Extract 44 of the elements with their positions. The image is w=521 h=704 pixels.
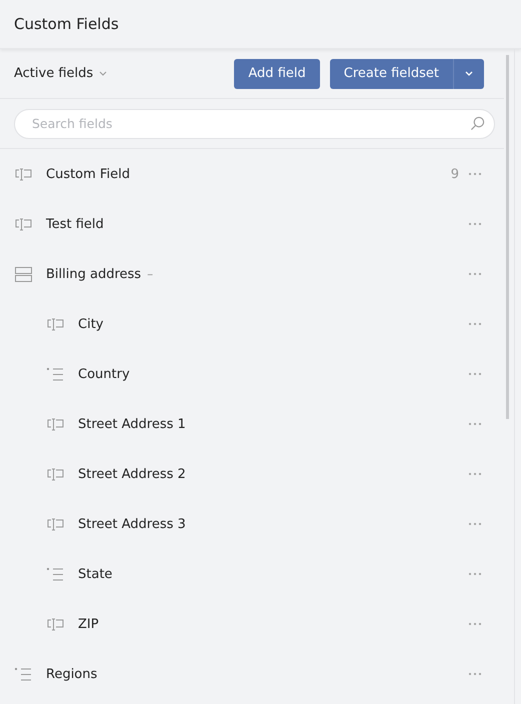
more-icon[interactable] [469, 172, 482, 176]
field-name[interactable]: Country [78, 366, 130, 382]
search-icon [470, 116, 485, 130]
text-field-icon [47, 318, 64, 330]
scrollbar-thumb[interactable] [506, 55, 509, 419]
search-field[interactable]: Search fields [14, 108, 495, 138]
usage-count: 9 [450, 166, 459, 182]
field-name[interactable]: City [78, 316, 104, 332]
more-icon[interactable] [469, 622, 482, 626]
fieldset-icon [15, 266, 32, 282]
text-field-icon [47, 618, 64, 630]
text-field-icon [47, 418, 64, 430]
text-field-icon [47, 468, 64, 480]
field-name[interactable]: Street Address 2 [78, 466, 186, 482]
field-name[interactable]: Custom Field [46, 166, 130, 182]
dropdown-button[interactable] [453, 58, 484, 88]
list-icon [47, 366, 64, 382]
more-icon[interactable] [469, 672, 482, 676]
more-icon[interactable] [469, 322, 482, 326]
create-fieldset-button[interactable]: Create fieldset [330, 58, 453, 88]
text-field-icon [47, 518, 64, 530]
more-icon[interactable] [469, 272, 482, 276]
field-name[interactable]: ZIP [78, 616, 99, 632]
add-field-button[interactable]: Add field [234, 58, 320, 88]
more-icon[interactable] [469, 222, 482, 226]
caret-icon [465, 71, 473, 76]
more-icon[interactable] [469, 472, 482, 476]
field-name[interactable]: Regions [46, 666, 98, 682]
more-icon[interactable] [469, 522, 482, 526]
filter-dropdown[interactable]: Active fields [14, 66, 108, 81]
more-icon[interactable] [469, 572, 482, 576]
field-name[interactable]: Test field [46, 216, 104, 232]
text-field-icon [15, 218, 32, 230]
list-icon [47, 566, 64, 582]
text-field-icon [15, 168, 32, 180]
more-icon[interactable] [469, 422, 482, 426]
more-icon[interactable] [469, 372, 482, 376]
field-name[interactable]: Street Address 1 [78, 416, 186, 432]
field-name[interactable]: Street Address 3 [78, 516, 186, 532]
field-name[interactable]: State [78, 566, 112, 582]
field-name[interactable]: Billing address [46, 266, 142, 282]
caret-icon [99, 71, 108, 76]
page-title: Custom Fields [14, 15, 119, 33]
list-icon [15, 666, 32, 682]
